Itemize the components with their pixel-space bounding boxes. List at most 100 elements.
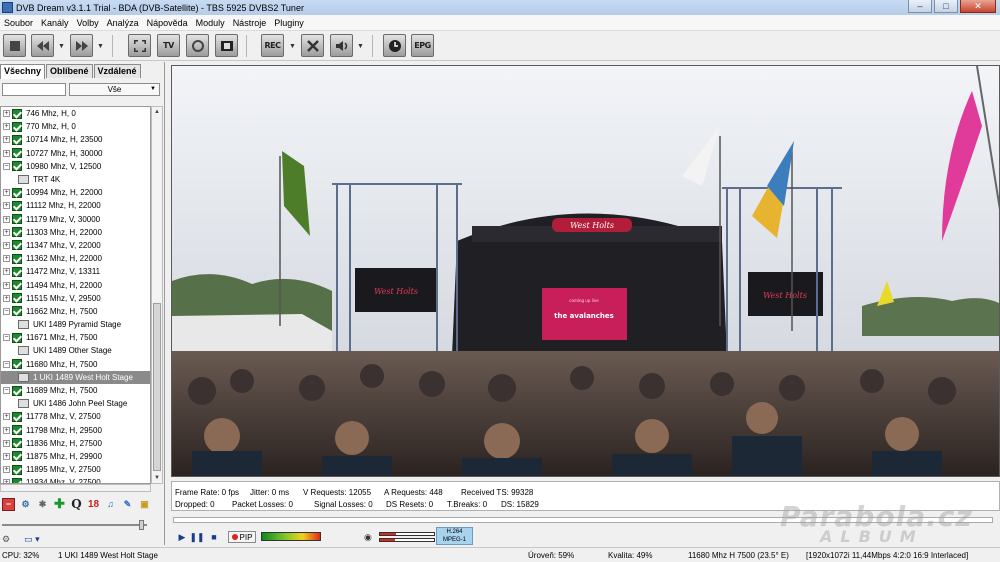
audio-settings-icon[interactable]: ◉ <box>364 532 372 543</box>
channel-row[interactable]: UKI 1489 Pyramid Stage <box>1 318 150 331</box>
play-button[interactable]: ▶ <box>176 531 188 543</box>
transponder-row[interactable]: +11934 Mhz, V, 27500 <box>1 476 150 483</box>
channel-row[interactable]: 1 UKI 1489 West Holt Stage <box>1 370 150 384</box>
transponder-row[interactable]: +11798 Mhz, H, 29500 <box>1 424 150 437</box>
checkbox[interactable] <box>12 253 22 264</box>
expand-icon[interactable]: + <box>3 189 10 197</box>
parental-lock-icon[interactable]: 18 <box>87 498 100 511</box>
checkbox[interactable] <box>12 187 22 198</box>
menu-nastroje[interactable]: Nástroje <box>229 18 271 28</box>
checkbox[interactable] <box>12 438 22 449</box>
fullscreen-button[interactable] <box>128 34 151 57</box>
checkbox[interactable] <box>12 293 22 304</box>
channel-row[interactable]: UKI 1486 John Peel Stage <box>1 397 150 410</box>
menu-pluginy[interactable]: Pluginy <box>270 18 308 28</box>
checkbox[interactable] <box>12 148 22 159</box>
transponder-row[interactable]: +11778 Mhz, V, 27500 <box>1 410 150 423</box>
transponder-row[interactable]: +11362 Mhz, H, 22000 <box>1 252 150 265</box>
transponder-row[interactable]: +11472 Mhz, V, 13311 <box>1 265 150 278</box>
checkbox[interactable] <box>12 306 22 317</box>
expand-icon[interactable]: + <box>3 228 10 236</box>
filter-select[interactable]: Vše ▼ <box>69 83 160 96</box>
expand-icon[interactable]: + <box>3 110 10 118</box>
video-view[interactable]: the avalanches coming up live West Holts… <box>171 65 1000 477</box>
record-film-button[interactable] <box>215 34 238 57</box>
filter-input[interactable] <box>2 83 66 96</box>
menu-napoveda[interactable]: Nápověda <box>143 18 192 28</box>
collapse-icon[interactable]: − <box>3 360 10 368</box>
expand-icon[interactable]: + <box>3 202 10 210</box>
checkbox[interactable] <box>12 134 22 145</box>
clock-button[interactable] <box>383 34 406 57</box>
epg-button[interactable]: EPG <box>411 34 434 57</box>
checkbox[interactable] <box>12 108 22 119</box>
menu-volby[interactable]: Volby <box>73 18 103 28</box>
transponder-row[interactable]: − 11680 Mhz, H, 7500 <box>1 358 150 371</box>
transponder-row[interactable]: +10994 Mhz, H, 22000 <box>1 186 150 199</box>
record-button[interactable]: REC <box>261 34 284 57</box>
checkbox[interactable] <box>12 425 22 436</box>
checkbox[interactable] <box>12 227 22 238</box>
stop-stream-button[interactable] <box>3 34 26 57</box>
remove-icon[interactable]: − <box>2 497 15 511</box>
collapse-icon[interactable]: − <box>3 162 10 170</box>
expand-icon[interactable]: + <box>3 466 10 474</box>
prev-channel-button[interactable] <box>31 34 54 57</box>
star-icon[interactable]: ✱ <box>36 498 49 511</box>
transponder-row[interactable]: +770 Mhz, H, 0 <box>1 120 150 133</box>
checkbox[interactable] <box>12 240 22 251</box>
scan-button[interactable] <box>301 34 324 57</box>
add-icon[interactable]: ✚ <box>53 496 66 511</box>
checkbox[interactable] <box>12 451 22 462</box>
transponder-row[interactable]: +10714 Mhz, H, 23500 <box>1 133 150 146</box>
chevron-down-icon[interactable]: ▼ <box>58 43 65 50</box>
transponder-row[interactable]: − 11671 Mhz, H, 7500 <box>1 331 150 344</box>
transponder-row[interactable]: +11895 Mhz, V, 27500 <box>1 463 150 476</box>
transponder-row[interactable]: +10727 Mhz, H, 30000 <box>1 147 150 160</box>
checkbox[interactable] <box>12 385 22 396</box>
checkbox[interactable] <box>12 161 22 172</box>
transponder-row[interactable]: +11875 Mhz, H, 29900 <box>1 450 150 463</box>
lock-icon[interactable]: ▣ <box>138 498 151 511</box>
pip-button[interactable]: PIP <box>228 531 256 543</box>
audio-button[interactable] <box>330 34 353 57</box>
checkbox[interactable] <box>12 332 22 343</box>
collapse-icon[interactable]: − <box>3 334 10 342</box>
checkbox[interactable] <box>12 280 22 291</box>
menu-soubor[interactable]: Soubor <box>0 18 37 28</box>
tab-vsechny[interactable]: Všechny <box>0 64 46 79</box>
chevron-down-icon[interactable]: ▼ <box>357 43 364 50</box>
expand-icon[interactable]: + <box>3 255 10 263</box>
expand-icon[interactable]: + <box>3 136 10 144</box>
checkbox[interactable] <box>12 464 22 475</box>
refresh-button[interactable] <box>186 34 209 57</box>
search-q-icon[interactable]: Q <box>70 497 83 511</box>
transponder-row[interactable]: +11303 Mhz, H, 22000 <box>1 226 150 239</box>
transponder-row[interactable]: − 11689 Mhz, H, 7500 <box>1 384 150 397</box>
checkbox[interactable] <box>12 121 22 132</box>
next-channel-button[interactable] <box>70 34 93 57</box>
music-icon[interactable]: ♫ <box>104 498 117 511</box>
expand-icon[interactable]: + <box>3 268 10 276</box>
tab-oblibene[interactable]: Oblíbené <box>46 64 93 78</box>
transponder-row[interactable]: +11179 Mhz, V, 30000 <box>1 213 150 226</box>
expand-icon[interactable]: + <box>3 452 10 460</box>
scroll-up-icon[interactable]: ▲ <box>152 107 162 117</box>
close-button[interactable]: ✕ <box>960 0 996 13</box>
edit-icon[interactable]: ✎ <box>121 498 134 511</box>
slider-knob[interactable] <box>139 520 144 530</box>
minimize-button[interactable]: – <box>908 0 932 13</box>
panel-slider[interactable] <box>2 520 152 530</box>
expand-icon[interactable]: + <box>3 439 10 447</box>
transponder-row[interactable]: +11494 Mhz, H, 22000 <box>1 278 150 291</box>
checkbox[interactable] <box>12 411 22 422</box>
tv-mode-button[interactable]: TV <box>157 34 180 57</box>
scroll-down-icon[interactable]: ▼ <box>152 473 162 483</box>
transponder-row[interactable]: +11515 Mhz, V, 29500 <box>1 292 150 305</box>
expand-icon[interactable]: + <box>3 426 10 434</box>
volume-bar[interactable] <box>261 532 321 541</box>
menu-kanaly[interactable]: Kanály <box>37 18 73 28</box>
expand-icon[interactable]: + <box>3 149 10 157</box>
menu-analyza[interactable]: Analýza <box>103 18 143 28</box>
expand-icon[interactable]: + <box>3 241 10 249</box>
